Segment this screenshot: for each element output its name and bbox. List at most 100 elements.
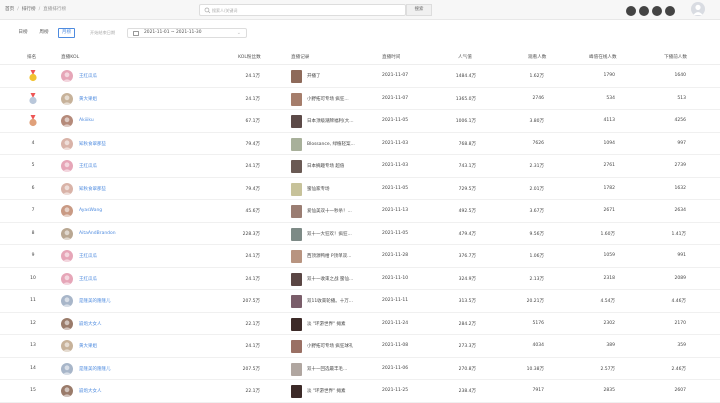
table-row[interactable]: 9 王红瓜瓜 24.1万 西顶源鸭柑 P顶单双... 2021-11-28 376.7万 1… <box>0 245 720 268</box>
kol-name-link[interactable]: 黄大果姐 <box>79 96 97 102</box>
table-row[interactable]: Akiiiku 67.1万 日本顶级潮牌福利(大... 2021-11-05 1006.… <box>0 110 720 133</box>
kol-avatar[interactable] <box>61 115 73 127</box>
settings-icon[interactable] <box>652 6 662 16</box>
user-avatar[interactable] <box>691 2 705 16</box>
live-thumbnail[interactable] <box>291 362 302 376</box>
live-thumbnail[interactable] <box>291 295 302 308</box>
kol-avatar[interactable] <box>61 205 73 217</box>
live-record-title[interactable]: 日本摘趣专场 超值 <box>307 163 344 169</box>
search-input[interactable]: 搜索人/关键词 <box>212 8 237 14</box>
live-record-title[interactable]: 双11收束轮播。十万... <box>307 298 353 304</box>
table-row[interactable]: 5 王红瓜瓜 24.1万 日本摘趣专场 超值 2021-11-03 743.1万 2.31万… <box>0 155 720 178</box>
search-button[interactable]: 搜索 <box>406 4 432 16</box>
table-row[interactable]: 6 知秋食翠那些 79.4万 蜜仙家专场 2021-11-05 729.5万 2.01万 17… <box>0 178 720 200</box>
kol-avatar[interactable] <box>61 160 73 172</box>
tab-weekly[interactable]: 周榜 <box>36 28 52 38</box>
kol-name-link[interactable]: AitaAndBrandon <box>79 231 116 236</box>
live-thumbnail[interactable] <box>291 115 302 128</box>
table-row[interactable]: 王红瓜瓜 24.1万 开播了 2021-11-07 1484.4万 1.62万 1790 16… <box>0 65 720 88</box>
message-icon[interactable] <box>639 6 649 16</box>
notification-icon[interactable] <box>626 6 636 16</box>
kol-name-link[interactable]: 王红瓜瓜 <box>79 163 97 169</box>
kol-avatar[interactable] <box>61 272 73 285</box>
kol-name-link[interactable]: 王红瓜瓜 <box>79 253 97 259</box>
live-thumbnail[interactable] <box>291 385 302 398</box>
kol-name-link[interactable]: 是隆美的隆隆儿 <box>79 366 111 372</box>
table-row[interactable]: 11 是隆美的隆隆儿 207.5万 双11收束轮播。十万... 2021-11-11 31… <box>0 290 720 313</box>
kol-name-link[interactable]: 知秋食翠那些 <box>79 186 106 192</box>
live-record-title[interactable]: 小野拓可专场 疯狂... <box>307 96 349 102</box>
live-thumbnail[interactable] <box>291 340 302 353</box>
kol-avatar[interactable] <box>61 295 73 307</box>
col-viewers[interactable]: 观看人数 <box>528 54 546 60</box>
kol-name-link[interactable]: 崩炮大女人 <box>79 321 102 327</box>
kol-avatar[interactable] <box>61 227 73 240</box>
help-icon[interactable] <box>665 6 675 16</box>
kol-avatar[interactable] <box>61 340 73 352</box>
kol-avatar[interactable] <box>61 70 73 82</box>
live-record-title[interactable]: 双十一大狂欢！疯狂... <box>307 231 352 237</box>
kol-name-link[interactable]: 王红瓜瓜 <box>79 73 97 79</box>
table-row[interactable]: 14 是隆美的隆隆儿 207.5万 双十一回选最丰毛... 2021-11-06 270.… <box>0 358 720 380</box>
search-box[interactable]: 搜索人/关键词 <box>199 4 406 16</box>
live-record-title[interactable]: 蜜仙家专场 <box>307 186 330 192</box>
col-popularity[interactable]: 人气值 <box>458 54 472 60</box>
top-bar: 首页 / 排行榜 / 直播排行榜 搜索人/关键词 搜索 <box>0 0 720 20</box>
table-row[interactable]: 12 崩炮大女人 22.1万 淡 "环游世界" 摊素 2021-11-24 284.2万 5… <box>0 313 720 335</box>
live-thumbnail[interactable] <box>291 205 302 218</box>
kol-avatar[interactable] <box>61 362 73 375</box>
live-record-title[interactable]: 淡 "环游世界" 摊素 <box>307 321 346 327</box>
kol-name-link[interactable]: 黄大果姐 <box>79 343 97 349</box>
live-record-title[interactable]: 爱仙美双十一秒杀！... <box>307 208 352 214</box>
kol-avatar[interactable] <box>61 317 73 330</box>
live-thumbnail[interactable] <box>291 272 302 286</box>
kol-name-link[interactable]: AyasWang <box>79 208 102 213</box>
live-thumbnail[interactable] <box>291 250 302 263</box>
kol-avatar[interactable] <box>61 92 73 105</box>
live-thumbnail[interactable] <box>291 160 302 173</box>
table-row[interactable]: 8 AitaAndBrandon 228.3万 双十一大狂欢！疯狂... 2021-11… <box>0 223 720 245</box>
breadcrumb-home[interactable]: 首页 <box>5 7 14 12</box>
live-record-title[interactable]: 双十一回选最丰毛... <box>307 366 347 372</box>
table-row[interactable]: 4 知秋食翠那些 79.4万 Blossance, 绿植轻案... 2021-11-03… <box>0 133 720 155</box>
kol-avatar[interactable] <box>61 137 73 150</box>
table-row[interactable]: 黄大果姐 24.1万 小野拓可专场 疯狂... 2021-11-07 1365.0万 27… <box>0 88 720 110</box>
live-thumbnail[interactable] <box>291 70 302 83</box>
live-record-title[interactable]: 西顶源鸭柑 P顶单双... <box>307 253 351 259</box>
col-end[interactable]: 下播前人数 <box>664 54 687 60</box>
live-record-title[interactable]: 开播了 <box>307 73 321 79</box>
live-record-title[interactable]: Blossance, 绿植轻案... <box>307 141 355 147</box>
breadcrumb-section[interactable]: 排行榜 <box>22 7 36 12</box>
live-record-title[interactable]: 双十一收束之战 蜜仙... <box>307 276 353 282</box>
tab-daily[interactable]: 日榜 <box>15 28 31 38</box>
date-range-picker[interactable]: 2021-11-01 ~ 2021-11-30 ⌄ <box>127 28 247 38</box>
live-thumbnail[interactable] <box>291 92 302 106</box>
table-row[interactable]: 15 崩炮大女人 22.1万 淡 "环游世界" 摊素 2021-11-25 238.4万 7… <box>0 380 720 403</box>
live-record-title[interactable]: 淡 "环游世界" 摊素 <box>307 388 346 394</box>
live-thumbnail[interactable] <box>291 182 302 196</box>
live-record-title[interactable]: 小野拓可专场 疯狂球礼 <box>307 343 353 349</box>
kol-name-link[interactable]: 是隆美的隆隆儿 <box>79 298 111 304</box>
kol-avatar[interactable] <box>61 182 73 195</box>
live-thumbnail[interactable] <box>291 137 302 151</box>
kol-name-link[interactable]: 王红瓜瓜 <box>79 276 97 282</box>
kol-avatar[interactable] <box>61 250 73 262</box>
col-record[interactable]: 直播记录 <box>291 54 309 60</box>
live-thumbnail[interactable] <box>291 317 302 331</box>
table-row[interactable]: 10 王红瓜瓜 24.1万 双十一收束之战 蜜仙... 2021-11-10 324.9万… <box>0 268 720 290</box>
col-peak[interactable]: 峰值在线人数 <box>589 54 617 60</box>
col-time[interactable]: 直播时间 <box>382 54 400 60</box>
col-kol[interactable]: 直播KOL <box>61 54 79 60</box>
live-thumbnail[interactable] <box>291 227 302 241</box>
kol-name-link[interactable]: Akiiiku <box>79 118 94 123</box>
kol-avatar[interactable] <box>61 385 73 397</box>
kol-name-link[interactable]: 崩炮大女人 <box>79 388 102 394</box>
col-rank[interactable]: 排名 <box>27 54 36 60</box>
viewers-value: 9.56万 <box>529 231 544 237</box>
kol-name-link[interactable]: 知秋食翠那些 <box>79 141 106 147</box>
live-record-title[interactable]: 日本顶级潮牌福利(大... <box>307 118 354 124</box>
tab-monthly[interactable]: 月榜 <box>58 28 75 38</box>
col-fans[interactable]: KOL粉丝数 <box>238 54 261 60</box>
table-row[interactable]: 13 黄大果姐 24.1万 小野拓可专场 疯狂球礼 2021-11-08 273.3万 40… <box>0 335 720 358</box>
table-row[interactable]: 7 AyasWang 45.6万 爱仙美双十一秒杀！... 2021-11-13 492.… <box>0 200 720 223</box>
